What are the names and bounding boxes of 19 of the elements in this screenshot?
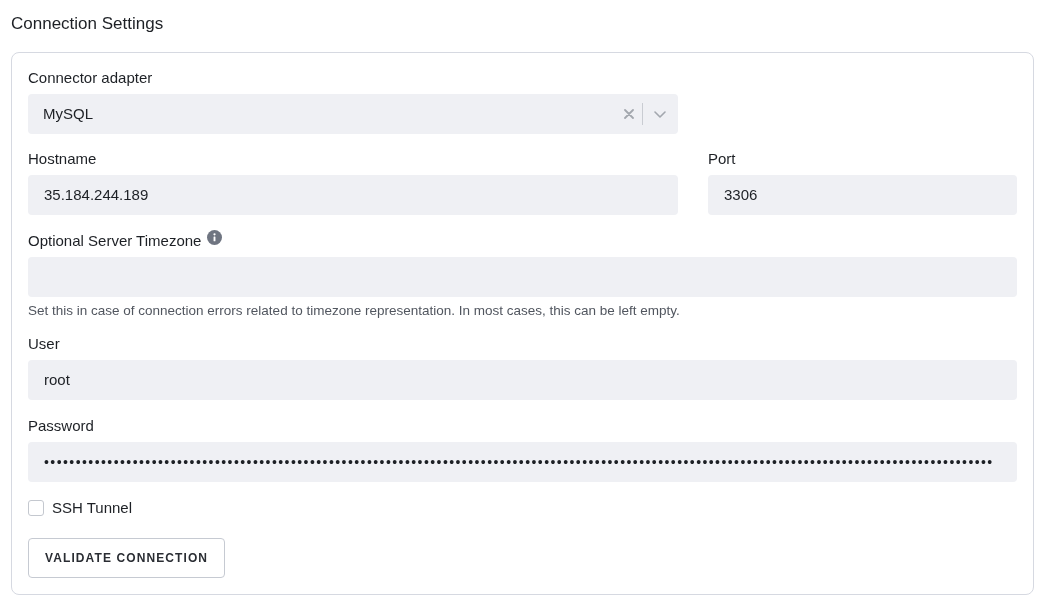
section-title: Connection Settings [11,13,164,35]
field-label: User [28,334,60,354]
checkbox-label: SSH Tunnel [52,498,133,518]
text-field[interactable]: 35.184.244.189 [28,175,678,215]
field-label: Password [28,416,94,436]
clear-icon[interactable] [624,109,634,119]
text-field[interactable]: root [28,360,1017,400]
checkbox[interactable] [28,500,44,516]
help-text: Set this in case of connection errors related to timezone representation. In most cases, this can be left empty. [28,302,680,320]
password-field[interactable]: •••••••••••••••••••••••••••••••••••••••••••••••••••••••••••••••••••••••••••••••••••••••••••••••••••••••••••••••••••••••••••••••••••••••••••••••••••••• [28,442,1017,482]
info-icon[interactable] [207,230,223,245]
field-label: Optional Server Timezone [28,231,202,251]
select-field[interactable]: MySQL [28,94,678,134]
field-label: Hostname [28,149,97,169]
validate-button[interactable]: VALIDATE CONNECTION [28,538,226,578]
chevron-down-icon[interactable] [654,110,666,118]
field-label: Connector adapter [28,68,153,88]
field-label: Port [708,149,736,169]
text-field[interactable]: 3306 [708,175,1017,215]
